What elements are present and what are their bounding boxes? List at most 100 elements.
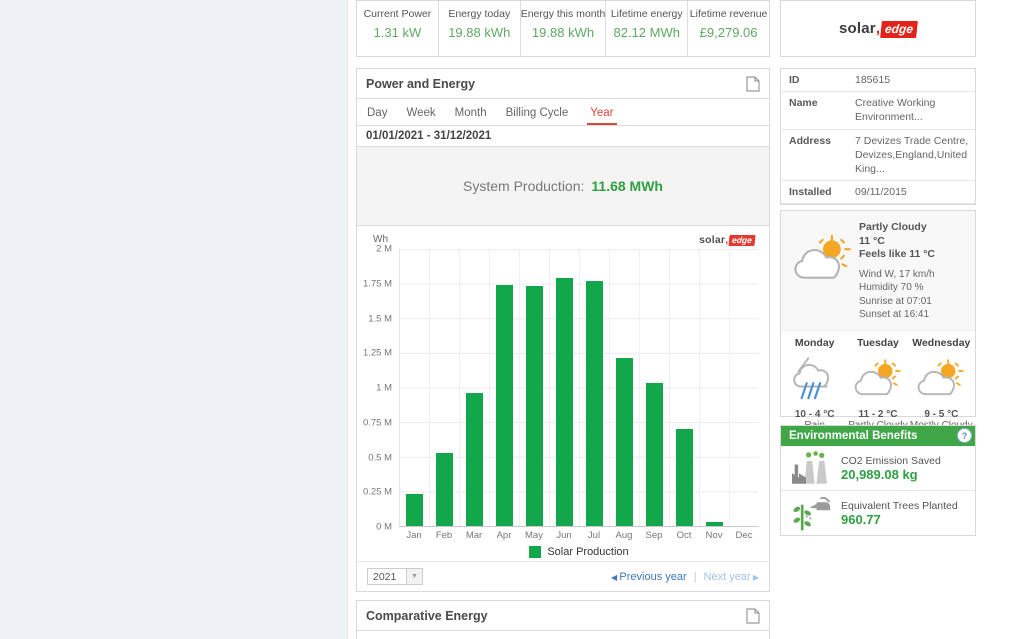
stat-value: 19.88 kWh: [532, 25, 594, 40]
x-tick-label: Feb: [429, 530, 459, 541]
current-weather-text: Partly Cloudy 11 °C Feels like 11 °C Win…: [859, 221, 969, 322]
stat-label: Current Power: [364, 8, 432, 20]
help-icon[interactable]: ?: [957, 428, 972, 443]
x-tick-label: Jan: [399, 530, 429, 541]
stat-label: Lifetime revenue: [690, 8, 768, 20]
stat-energy-today: Energy today 19.88 kWh: [439, 1, 521, 56]
bar-nov[interactable]: [706, 522, 724, 526]
bar-sep[interactable]: [646, 383, 664, 526]
stat-value: £9,279.06: [700, 25, 758, 40]
environmental-benefits-panel: Environmental Benefits ? CO2 Emission Sa…: [780, 425, 976, 536]
site-details-panel: ID 185615 Name Creative Working Environm…: [780, 68, 976, 205]
tree-icon: [789, 495, 837, 531]
bar-column: [579, 249, 609, 526]
bar-feb[interactable]: [436, 453, 454, 526]
bar-apr[interactable]: [496, 285, 514, 526]
forecast-wednesday: Wednesday 9 - 5 °C Mostly Cloudy: [910, 337, 973, 431]
tab-month[interactable]: Month: [455, 107, 487, 125]
bar-column: [429, 249, 459, 526]
y-tick-label: 1 M: [376, 383, 392, 394]
bar-jul[interactable]: [586, 281, 604, 526]
panel-title: Power and Energy: [366, 77, 475, 91]
right-arrow-icon: ▶: [751, 573, 759, 582]
bar-column: [639, 249, 669, 526]
stats-bar: Current Power 1.31 kW Energy today 19.88…: [356, 0, 770, 57]
time-range-tabs: Day Week Month Billing Cycle Year: [357, 99, 769, 126]
environmental-benefits-header: Environmental Benefits ?: [781, 426, 975, 446]
weather-panel: Partly Cloudy 11 °C Feels like 11 °C Win…: [780, 210, 976, 417]
production-chart: Wh solar,edge 2 M1.75 M1.5 M1.25 M1 M0.7…: [357, 226, 769, 561]
stat-current-power: Current Power 1.31 kW: [357, 1, 439, 56]
production-label: System Production:: [463, 178, 584, 194]
year-select[interactable]: 2021 ▼: [367, 568, 423, 585]
chevron-down-icon: ▼: [406, 569, 422, 584]
sun-cloud-icon: [915, 353, 967, 405]
current-weather: Partly Cloudy 11 °C Feels like 11 °C Win…: [781, 211, 975, 331]
tab-billing-cycle[interactable]: Billing Cycle: [506, 107, 569, 125]
y-tick-label: 0 M: [376, 522, 392, 533]
stat-value: 82.12 MWh: [614, 25, 680, 40]
bar-column: [459, 249, 489, 526]
stat-label: Energy this month: [521, 8, 606, 20]
export-report-icon[interactable]: [745, 76, 760, 92]
year-pager: ◀ Previous year | Next year ▶: [611, 571, 759, 583]
y-tick-label: 1.25 M: [363, 348, 392, 359]
next-year-link[interactable]: Next year ▶: [704, 571, 759, 583]
stat-label: Lifetime energy: [611, 8, 683, 20]
bar-aug[interactable]: [616, 358, 634, 526]
bar-column: [549, 249, 579, 526]
panel-title: Comparative Energy: [366, 609, 488, 623]
weather-sunset: Sunset at 16:41: [859, 308, 969, 322]
x-tick-label: May: [519, 530, 549, 541]
bar-jan[interactable]: [406, 494, 424, 526]
sun-cloud-icon: [787, 221, 859, 322]
bar-column: [489, 249, 519, 526]
stat-energy-month: Energy this month 19.88 kWh: [521, 1, 607, 56]
bar-mar[interactable]: [466, 393, 484, 526]
chart-legend: Solar Production: [399, 543, 759, 561]
chart-footer: 2021 ▼ ◀ Previous year | Next year ▶: [357, 561, 769, 591]
x-tick-label: Aug: [609, 530, 639, 541]
comparative-energy-header: Comparative Energy: [357, 601, 769, 631]
x-tick-label: Dec: [729, 530, 759, 541]
rain-cloud-icon: [790, 353, 840, 405]
forecast-monday: Monday 10 - 4 °C Rain: [783, 337, 846, 431]
bar-oct[interactable]: [676, 429, 694, 526]
stat-lifetime-revenue: Lifetime revenue £9,279.06: [688, 1, 769, 56]
weather-sunrise: Sunrise at 07:01: [859, 295, 969, 309]
power-energy-header: Power and Energy: [357, 69, 769, 99]
pager-separator: |: [694, 571, 697, 583]
tab-year[interactable]: Year: [587, 107, 616, 125]
stat-label: Energy today: [448, 8, 510, 20]
bar-column: [729, 249, 759, 526]
x-tick-label: Mar: [459, 530, 489, 541]
weather-forecast: Monday 10 - 4 °C Rain Tuesday: [781, 331, 975, 437]
tab-week[interactable]: Week: [406, 107, 435, 125]
stat-value: 1.31 kW: [374, 25, 422, 40]
export-report-icon[interactable]: [745, 608, 760, 624]
factory-icon: [789, 450, 837, 486]
bar-jun[interactable]: [556, 278, 574, 526]
tab-day[interactable]: Day: [367, 107, 387, 125]
sun-cloud-icon: [852, 353, 904, 405]
legend-swatch: [529, 546, 541, 558]
y-axis: 2 M1.75 M1.5 M1.25 M1 M0.75 M0.5 M0.25 M…: [365, 249, 399, 527]
left-background: [0, 0, 348, 639]
y-tick-label: 0.5 M: [368, 452, 392, 463]
comparative-tabs: Month Quarter Year: [357, 631, 769, 639]
weather-humidity: Humidity 70 %: [859, 281, 969, 295]
y-tick-label: 2 M: [376, 244, 392, 255]
previous-year-link[interactable]: ◀ Previous year: [611, 571, 687, 583]
y-tick-label: 1.75 M: [363, 278, 392, 289]
bar-may[interactable]: [526, 286, 544, 526]
x-tick-label: Jun: [549, 530, 579, 541]
dashboard-page: Current Power 1.31 kW Energy today 19.88…: [0, 0, 1024, 639]
x-tick-label: Jul: [579, 530, 609, 541]
bar-column: [699, 249, 729, 526]
detail-row-name: Name Creative Working Environment...: [781, 92, 975, 129]
y-tick-label: 1.5 M: [368, 313, 392, 324]
detail-row-id: ID 185615: [781, 69, 975, 92]
date-range-label: 01/01/2021 - 31/12/2021: [357, 126, 769, 147]
x-tick-label: Nov: [699, 530, 729, 541]
bar-column: [669, 249, 699, 526]
